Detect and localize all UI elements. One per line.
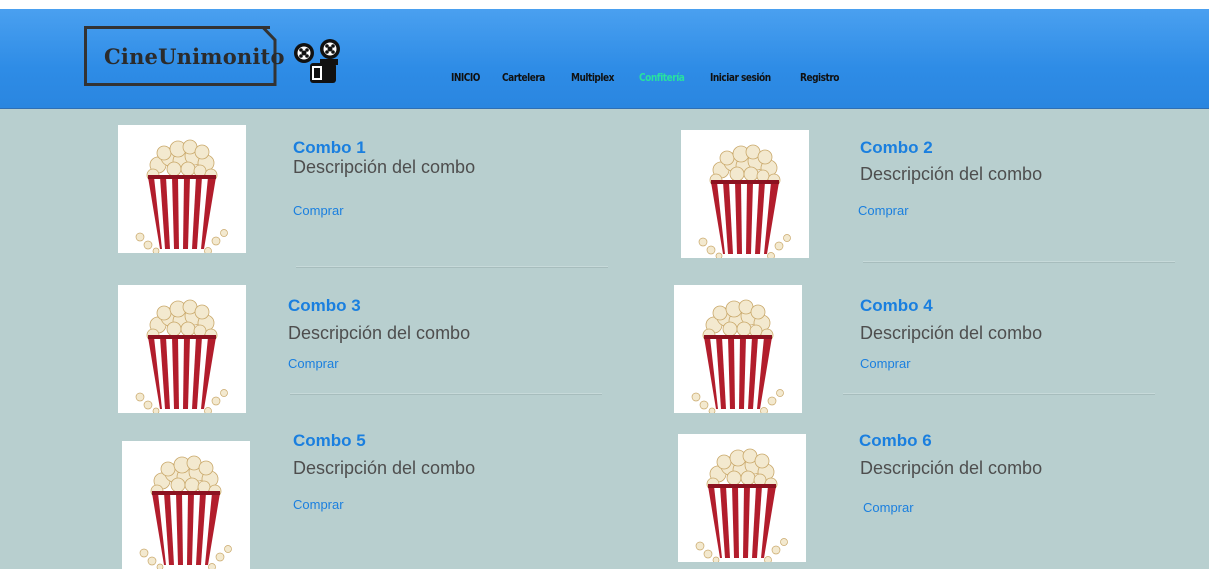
divider: [863, 261, 1175, 263]
nav-iniciar-sesion[interactable]: Iniciar sesión: [710, 71, 771, 84]
nav-cartelera[interactable]: Cartelera: [502, 71, 545, 84]
page-top-strip: [0, 0, 1209, 9]
combo-3-description: Descripción del combo: [288, 323, 471, 343]
combo-4-description: Descripción del combo: [860, 323, 1043, 343]
combo-4-title: Combo 4: [860, 296, 933, 315]
divider: [843, 393, 1155, 395]
popcorn-icon: [135, 139, 228, 253]
nav-confiteria[interactable]: Confitería: [639, 71, 685, 84]
combo-2-description: Descripción del combo: [860, 164, 1043, 184]
combo-5-title: Combo 5: [293, 431, 366, 450]
combo-1-description: Descripción del combo: [293, 157, 476, 177]
combo-3-buy-link[interactable]: Comprar: [288, 356, 339, 371]
divider: [290, 393, 602, 395]
popcorn-icon: [691, 299, 784, 413]
combo-3-image[interactable]: [118, 285, 246, 413]
combo-2-image[interactable]: [681, 130, 809, 258]
popcorn-icon: [135, 299, 228, 413]
popcorn-icon: [695, 448, 788, 562]
combo-1-image[interactable]: [118, 125, 246, 253]
combo-5-image[interactable]: [122, 441, 250, 569]
combo-5-buy-link[interactable]: Comprar: [293, 497, 344, 512]
combo-6-title: Combo 6: [859, 431, 932, 450]
popcorn-icon: [139, 455, 232, 569]
nav-multiplex[interactable]: Multiplex: [571, 71, 614, 84]
combo-3-title: Combo 3: [288, 296, 361, 315]
combo-6-image[interactable]: [678, 434, 806, 562]
site-header: CineUnimonito INICIO Cartelera Multiplex…: [0, 9, 1209, 109]
combo-5-description: Descripción del combo: [293, 458, 476, 478]
film-projector-icon: [294, 39, 340, 83]
brand-name[interactable]: CineUnimonito: [104, 44, 285, 69]
combo-2-buy-link[interactable]: Comprar: [858, 203, 909, 218]
combo-6-buy-link[interactable]: Comprar: [863, 500, 914, 515]
nav-inicio[interactable]: INICIO: [451, 71, 480, 84]
main-nav: INICIO Cartelera Multiplex Confitería In…: [451, 71, 864, 84]
combo-4-image[interactable]: [674, 285, 802, 413]
combo-1-buy-link[interactable]: Comprar: [293, 203, 344, 218]
popcorn-icon: [698, 144, 791, 258]
divider: [296, 266, 608, 268]
combo-1-title: Combo 1: [293, 138, 366, 157]
nav-registro[interactable]: Registro: [800, 71, 840, 84]
combo-2-title: Combo 2: [860, 138, 933, 157]
combo-6-description: Descripción del combo: [860, 458, 1043, 478]
combo-4-buy-link[interactable]: Comprar: [860, 356, 911, 371]
